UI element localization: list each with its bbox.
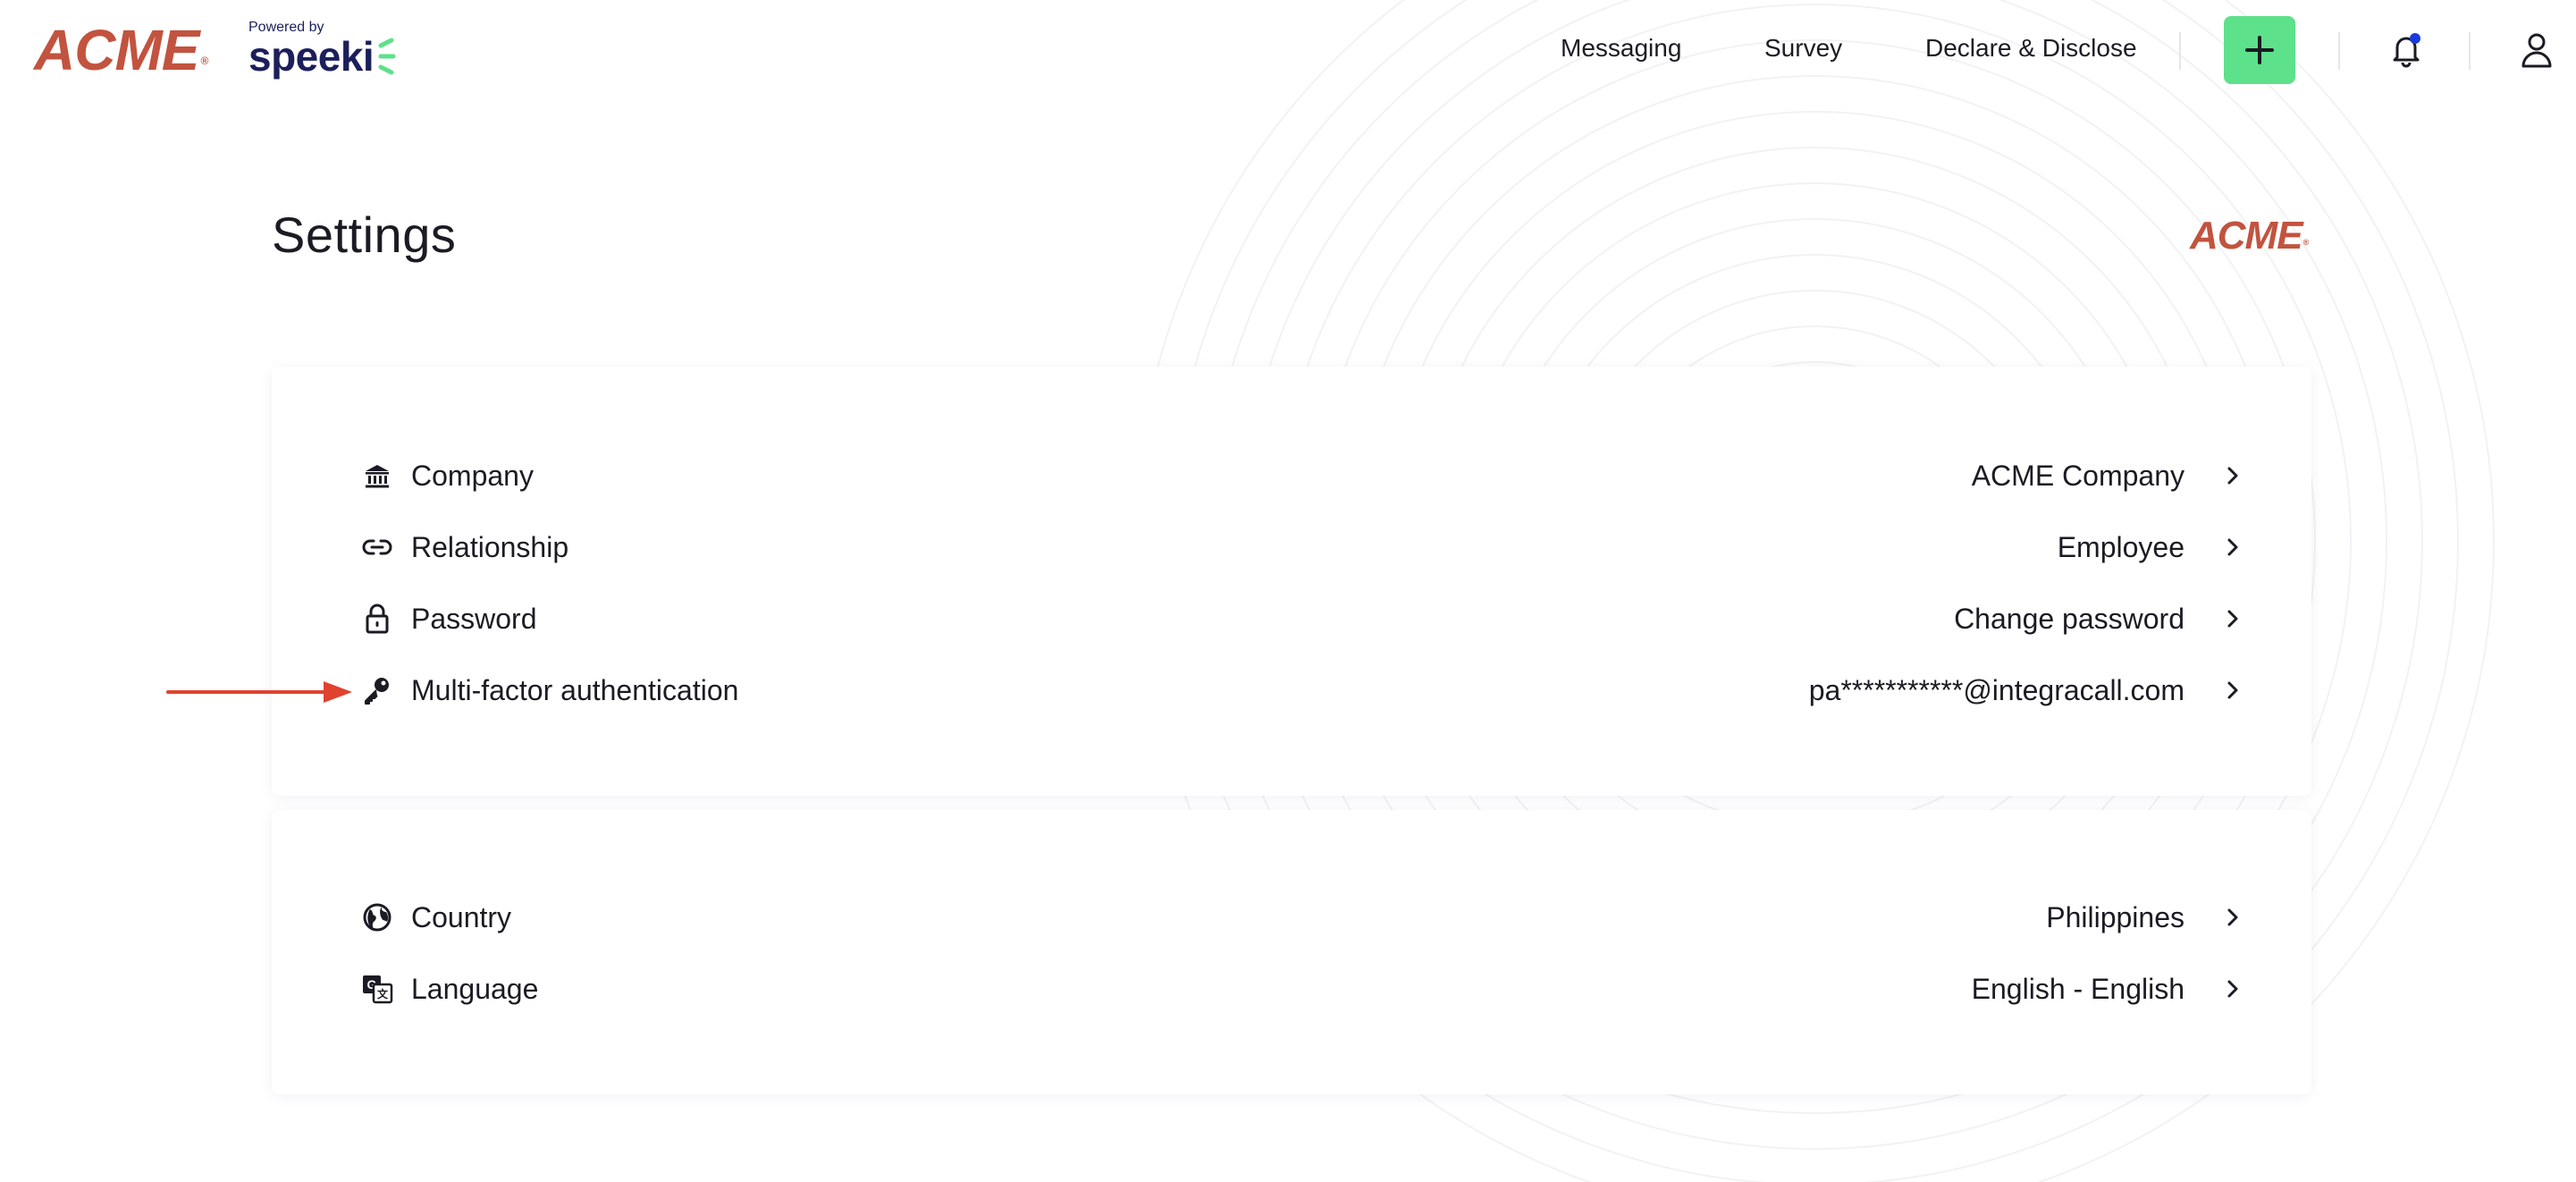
globe-icon <box>361 901 393 933</box>
company-logo: ACME® <box>2190 214 2310 262</box>
settings-row-value: ACME Company <box>1971 459 2185 492</box>
chevron-right-icon <box>2227 681 2238 699</box>
nav-declare-disclose[interactable]: Declare & Disclose <box>1925 34 2137 63</box>
settings-row-value: Philippines <box>2046 900 2185 933</box>
settings-row-label: Company <box>411 459 534 492</box>
plus-icon <box>2245 36 2274 64</box>
svg-text:文: 文 <box>377 987 389 1000</box>
add-new-button[interactable] <box>2224 16 2295 84</box>
account-settings-card: Company ACME Company Relationship Employ… <box>272 367 2311 796</box>
settings-row-value: Change password <box>1954 602 2185 635</box>
nav-messaging[interactable]: Messaging <box>1561 34 1681 63</box>
acme-logo-registered-mark: ® <box>200 55 208 67</box>
chevron-right-icon <box>2227 467 2238 485</box>
profile-button[interactable] <box>2519 30 2555 70</box>
speeki-sound-marks-icon <box>378 38 396 75</box>
settings-row-label: Country <box>411 900 512 933</box>
settings-row-label: Language <box>411 972 539 1005</box>
settings-row-value: English - English <box>1971 972 2185 1005</box>
user-icon <box>2521 33 2552 68</box>
nav-divider <box>2179 32 2181 70</box>
settings-row-value: pa***********@integracall.com <box>1808 673 2185 706</box>
settings-row-label: Multi-factor authentication <box>411 673 739 706</box>
page-title: Settings <box>272 207 457 263</box>
acme-logo-text: ACME <box>34 18 199 82</box>
powered-by-speeki-logo: Powered by speeki <box>248 20 397 77</box>
notifications-button[interactable] <box>2387 30 2426 70</box>
chevron-right-icon <box>2227 908 2238 926</box>
key-icon <box>361 674 393 706</box>
settings-row-value: Employee <box>2057 530 2185 563</box>
acme-logo[interactable]: ACME ® <box>34 18 208 89</box>
settings-row-label: Relationship <box>411 530 569 563</box>
chevron-right-icon <box>2227 610 2238 628</box>
speeki-wordmark: speeki <box>248 33 375 80</box>
settings-row-language[interactable]: G 文 Language English - English <box>361 964 2249 1014</box>
settings-row-relationship[interactable]: Relationship Employee <box>361 522 2249 572</box>
nav-divider <box>2338 32 2340 70</box>
chevron-right-icon <box>2227 538 2238 556</box>
chevron-right-icon <box>2227 980 2238 998</box>
annotation-arrow <box>166 681 352 703</box>
settings-row-company[interactable]: Company ACME Company <box>361 451 2249 501</box>
settings-row-country[interactable]: Country Philippines <box>361 892 2249 942</box>
company-logo-registered-mark: ® <box>2302 238 2310 247</box>
regional-settings-card: Country Philippines G 文 Language English… <box>272 810 2311 1094</box>
settings-page: ACME ® Powered by speeki Messaging Survey… <box>0 0 2576 1182</box>
nav-divider <box>2469 32 2471 70</box>
top-navigation-bar: ACME ® Powered by speeki Messaging Survey… <box>0 0 2576 104</box>
settings-row-multi-factor-authentication[interactable]: Multi-factor authentication pa**********… <box>361 665 2249 715</box>
nav-survey[interactable]: Survey <box>1764 34 1842 63</box>
settings-row-password[interactable]: Password Change password <box>361 594 2249 644</box>
bank-icon <box>361 460 393 492</box>
link-icon <box>361 531 393 563</box>
lock-icon <box>361 603 393 635</box>
notification-badge <box>2410 33 2420 44</box>
company-logo-text: ACME <box>2190 214 2303 258</box>
translate-icon: G 文 <box>361 973 393 1005</box>
settings-row-label: Password <box>411 602 537 635</box>
